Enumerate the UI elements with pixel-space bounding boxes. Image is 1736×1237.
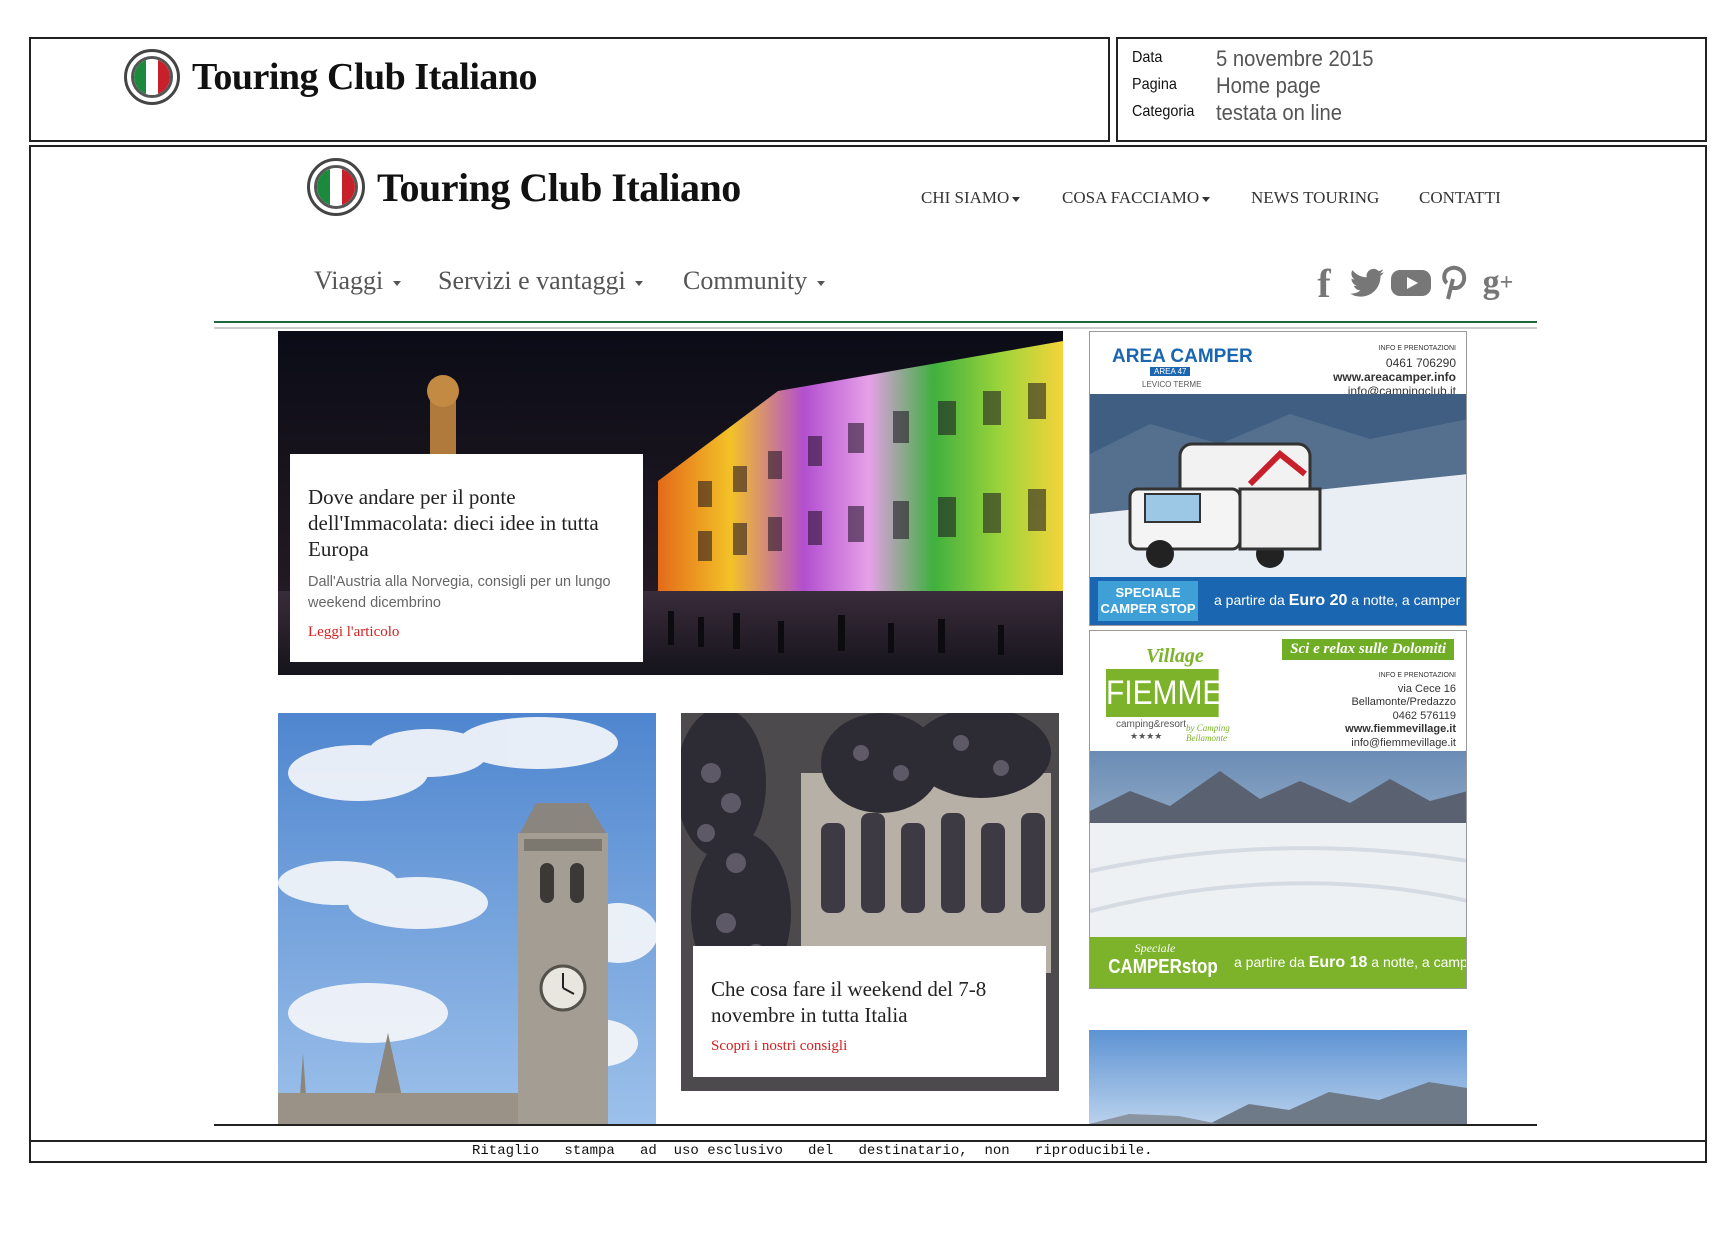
- mainnav-label: Community: [683, 266, 808, 295]
- ad-stars: ★★★★: [1130, 731, 1163, 741]
- weekend-article-card[interactable]: Che cosa fare il weekend del 7-8 novembr…: [693, 946, 1046, 1077]
- ad-phone: 0462 576119: [1392, 709, 1456, 722]
- clipping-logo: Touring Club Italiano: [124, 49, 538, 105]
- ad-brand-sub: AREA 47: [1150, 367, 1191, 376]
- ad-brand: AREA CAMPER: [1112, 346, 1253, 368]
- ad-offer-prefix: a partire da: [1214, 592, 1285, 608]
- site-logo[interactable]: Touring Club Italiano: [307, 158, 741, 216]
- caret-down-icon: [392, 280, 401, 286]
- ad-offer: a partire da Euro 20 a notte, a camper: [1214, 592, 1460, 610]
- ad-headline: Sci e relax sulle Dolomiti: [1282, 639, 1454, 660]
- ad-offer: a partire da Euro 18 a notte, a camper: [1234, 954, 1466, 972]
- ad-offer-price: Euro 20: [1288, 592, 1348, 609]
- featured-article-subtitle: Dall'Austria alla Norvegia, consigli per…: [308, 574, 611, 611]
- ad-offer-price: Euro 18: [1308, 954, 1368, 971]
- ad-brand: FIEMME: [1106, 669, 1222, 717]
- caret-down-icon: [816, 280, 825, 286]
- google-plus-icon[interactable]: g +: [1476, 263, 1520, 303]
- site-logo-text: Touring Club Italiano: [377, 164, 741, 210]
- ad-offer-suffix: a notte, a camper: [1351, 592, 1461, 608]
- ad-web: www.fiemmevillage.it: [1345, 723, 1456, 735]
- screenshot-bottom-line: [214, 1124, 1537, 1126]
- clipping-header-right: [1116, 37, 1707, 142]
- ad-email: info@fiemmevillage.it: [1351, 736, 1456, 749]
- topnav-label: CHI SIAMO: [921, 188, 1010, 207]
- topnav-label: NEWS TOURING: [1251, 188, 1380, 207]
- ad-offer-prefix: a partire da: [1234, 954, 1305, 970]
- meta-key: Data: [1132, 49, 1163, 66]
- ad-brand-text: AREA CAMPER: [1112, 346, 1253, 367]
- ad-badge-top: Speciale: [1134, 941, 1176, 955]
- ad-phone: 0461 706290: [1385, 356, 1456, 370]
- mainnav-viaggi[interactable]: Viaggi: [314, 266, 401, 296]
- tci-emblem-icon: [307, 158, 365, 216]
- mainnav-label: Viaggi: [314, 266, 384, 295]
- tower-photo[interactable]: [278, 713, 656, 1124]
- ad-contacts: INFO E PRENOTAZIONI 0461 706290 www.area…: [1333, 342, 1456, 398]
- featured-article-link[interactable]: Leggi l'articolo: [308, 624, 625, 641]
- pinterest-icon[interactable]: [1436, 263, 1472, 303]
- weekend-article-link[interactable]: Scopri i nostri consigli: [711, 1038, 1028, 1055]
- ad-village: Village: [1146, 645, 1204, 667]
- clipping-logo-text: Touring Club Italiano: [192, 56, 538, 98]
- mainnav-label: Servizi e vantaggi: [438, 266, 626, 295]
- caret-down-icon: [635, 280, 644, 286]
- featured-article-card[interactable]: Dove andare per il ponte dell'Immacolata…: [290, 454, 643, 662]
- ad-contacts: INFO E PRENOTAZIONI via Cece 16 Bellamon…: [1345, 669, 1456, 750]
- ad-badge: CAMPERstop: [1108, 956, 1218, 978]
- ad-badge: SPECIALE CAMPER STOP: [1098, 581, 1198, 621]
- featured-article-title[interactable]: Dove andare per il ponte dell'Immacolata…: [308, 484, 625, 562]
- ad-offer-bar: SPECIALE CAMPER STOP a partire da Euro 2…: [1090, 577, 1466, 625]
- ad-offer-suffix: a notte, a camper: [1371, 954, 1466, 970]
- ad-web: www.areacamper.info: [1333, 370, 1456, 384]
- ad-fiemme-village[interactable]: Village FIEMME camping&resort ★★★★ by Ca…: [1089, 630, 1467, 989]
- ad-info-label: INFO E PRENOTAZIONI: [1378, 345, 1456, 352]
- ad-address: via Cece 16: [1397, 682, 1456, 695]
- mainnav-community[interactable]: Community: [683, 266, 825, 296]
- nav-separator-shadow: [214, 327, 1537, 329]
- ad-offer-bar: Speciale CAMPERstop a partire da Euro 18…: [1090, 937, 1466, 988]
- meta-key: Categoria: [1132, 103, 1195, 120]
- meta-value: 5 novembre 2015: [1216, 46, 1374, 71]
- topnav-news-touring[interactable]: NEWS TOURING: [1251, 188, 1379, 208]
- topnav-label: CONTATTI: [1419, 188, 1501, 207]
- mountain-photo[interactable]: [1089, 1030, 1467, 1124]
- topnav-chi-siamo[interactable]: CHI SIAMO: [921, 188, 1021, 208]
- ad-town: Bellamonte/Predazzo: [1351, 696, 1456, 708]
- weekend-article-title[interactable]: Che cosa fare il weekend del 7-8 novembr…: [711, 976, 1028, 1028]
- footer-disclaimer: Ritaglio stampa ad uso esclusivo del des…: [472, 1143, 1153, 1159]
- nav-separator: [214, 321, 1537, 323]
- meta-key: Pagina: [1132, 76, 1177, 93]
- tci-emblem-icon: [124, 49, 180, 105]
- topnav-label: COSA FACCIAMO: [1062, 188, 1200, 207]
- meta-value: Home page: [1216, 73, 1321, 98]
- ad-place: LEVICO TERME: [1142, 380, 1202, 389]
- topnav-contatti[interactable]: CONTATTI: [1419, 188, 1501, 208]
- ad-area-camper[interactable]: AREA CAMPER AREA 47 LEVICO TERME INFO E …: [1089, 331, 1467, 626]
- meta-value: testata on line: [1216, 100, 1343, 125]
- caret-down-icon: [1012, 196, 1021, 202]
- youtube-icon[interactable]: [1390, 263, 1432, 303]
- twitter-icon[interactable]: [1349, 263, 1385, 303]
- caret-down-icon: [1202, 196, 1211, 202]
- facebook-icon[interactable]: f: [1306, 261, 1342, 306]
- ad-badge-box: Speciale CAMPERstop: [1100, 941, 1218, 986]
- ad-brand-sub: camping&resort: [1116, 719, 1187, 730]
- mainnav-servizi-vantaggi[interactable]: Servizi e vantaggi: [438, 266, 644, 296]
- ad-by: by Camping Bellamonte: [1186, 723, 1230, 743]
- ad-info-label: INFO E PRENOTAZIONI: [1378, 672, 1456, 679]
- topnav-cosa-facciamo[interactable]: COSA FACCIAMO: [1062, 188, 1211, 208]
